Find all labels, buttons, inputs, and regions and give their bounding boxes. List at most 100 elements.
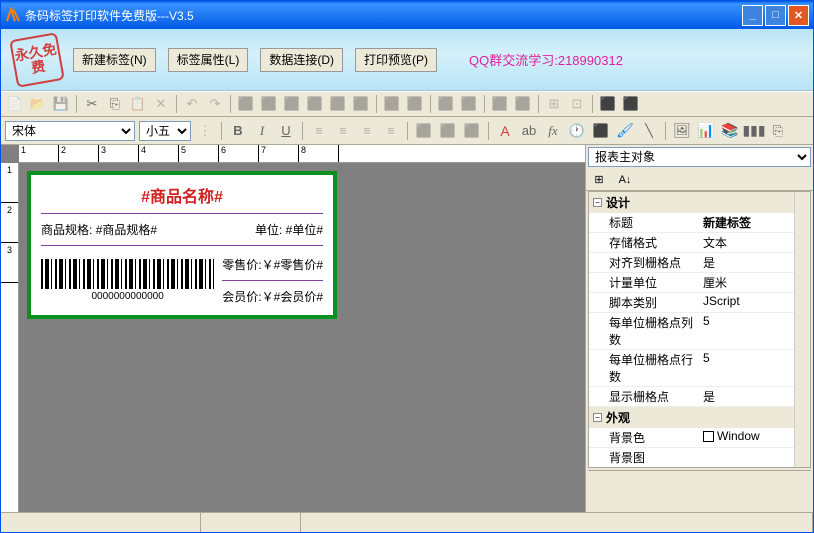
clock-icon[interactable]: 🕐: [567, 121, 587, 141]
undo-icon[interactable]: ↶: [182, 94, 202, 114]
shape-icon[interactable]: 📚: [720, 121, 740, 141]
tool-icon-1[interactable]: ⬛: [598, 94, 618, 114]
status-bar: [1, 512, 813, 532]
free-stamp: 永久免费: [9, 32, 65, 88]
align-bottom-icon[interactable]: ⬛: [351, 94, 371, 114]
unit-value[interactable]: #单位#: [286, 223, 323, 237]
alphabetical-tab-icon[interactable]: A↓: [616, 171, 634, 189]
align-middle-icon[interactable]: ⬛: [328, 94, 348, 114]
bold-icon[interactable]: B: [228, 121, 248, 141]
design-canvas[interactable]: #商品名称# 商品规格: #商品规格# 单位: #单位# 00000000000…: [19, 163, 585, 512]
distribute-h-icon[interactable]: ⬛: [382, 94, 402, 114]
align-left-icon[interactable]: ⬛: [236, 94, 256, 114]
open-icon[interactable]: 📂: [28, 94, 48, 114]
valign-bot-icon[interactable]: ⬛: [462, 121, 482, 141]
barcode[interactable]: 0000000000000: [41, 259, 214, 302]
barcode-icon[interactable]: ▮▮▮: [744, 121, 764, 141]
valign-mid-icon[interactable]: ⬛: [438, 121, 458, 141]
chart-icon[interactable]: 📊: [696, 121, 716, 141]
font-dialog-icon[interactable]: ⋮: [195, 121, 215, 141]
more-icon[interactable]: ⎘: [768, 121, 788, 141]
print-preview-button[interactable]: 打印预览(P): [355, 48, 437, 72]
new-label-button[interactable]: 新建标签(N): [73, 48, 156, 72]
paste-icon[interactable]: 📋: [128, 94, 148, 114]
qq-group-text: QQ群交流学习:218990312: [469, 50, 623, 69]
property-row[interactable]: 标题新建标签: [589, 213, 810, 233]
property-row[interactable]: 每单位栅格点行数5: [589, 350, 810, 387]
categorized-tab-icon[interactable]: ⊞: [590, 171, 608, 189]
scrollbar[interactable]: [794, 192, 810, 467]
copy-icon[interactable]: ⎘: [105, 94, 125, 114]
maximize-button[interactable]: □: [765, 5, 786, 26]
close-button[interactable]: ✕: [788, 5, 809, 26]
bring-front-icon[interactable]: ⬛: [490, 94, 510, 114]
align-center-icon[interactable]: ⬛: [259, 94, 279, 114]
property-row[interactable]: 对齐到栅格点是: [589, 253, 810, 273]
window-title: 条码标签打印软件免费版---V3.5: [25, 7, 742, 24]
object-selector-combo[interactable]: 报表主对象: [588, 147, 811, 167]
property-key: 标题: [589, 213, 699, 232]
text-align-right-icon[interactable]: ≡: [357, 121, 377, 141]
titlebar: 条码标签打印软件免费版---V3.5 _ □ ✕: [1, 1, 813, 29]
toolbar-main: 📄 📂 💾 ✂ ⎘ 📋 ✕ ↶ ↷ ⬛ ⬛ ⬛ ⬛ ⬛ ⬛ ⬛ ⬛ ⬛ ⬛ ⬛ …: [1, 91, 813, 117]
property-key: 每单位栅格点行数: [589, 350, 699, 386]
spec-value[interactable]: #商品规格#: [96, 223, 157, 237]
property-row[interactable]: 背景图: [589, 448, 810, 468]
product-name-field[interactable]: #商品名称#: [41, 181, 323, 209]
label-card[interactable]: #商品名称# 商品规格: #商品规格# 单位: #单位# 00000000000…: [27, 171, 337, 319]
property-row[interactable]: 显示栅格点是: [589, 387, 810, 407]
member-value[interactable]: ￥#会员价#: [262, 288, 323, 305]
snap-icon[interactable]: ⊡: [567, 94, 587, 114]
group-icon[interactable]: ⬛: [436, 94, 456, 114]
member-label: 会员价:: [222, 288, 261, 305]
text-align-justify-icon[interactable]: ≡: [381, 121, 401, 141]
text-align-center-icon[interactable]: ≡: [333, 121, 353, 141]
image-icon[interactable]: 🖼: [672, 121, 692, 141]
line-icon[interactable]: ╲: [639, 121, 659, 141]
save-icon[interactable]: 💾: [51, 94, 71, 114]
new-icon[interactable]: 📄: [5, 94, 25, 114]
text-align-left-icon[interactable]: ≡: [309, 121, 329, 141]
align-right-icon[interactable]: ⬛: [282, 94, 302, 114]
property-row[interactable]: 每单位栅格点列数5: [589, 313, 810, 350]
collapse-toggle-icon[interactable]: −: [593, 198, 602, 207]
property-key: 存储格式: [589, 233, 699, 252]
cut-icon[interactable]: ✂: [82, 94, 102, 114]
retail-label: 零售价:: [222, 256, 261, 273]
property-key: 背景色: [589, 428, 699, 447]
property-row[interactable]: 背景色Window: [589, 428, 810, 448]
ungroup-icon[interactable]: ⬛: [459, 94, 479, 114]
color-swatch: [703, 431, 714, 442]
tool-icon-2[interactable]: ⬛: [621, 94, 641, 114]
text-tool-icon[interactable]: ab: [519, 121, 539, 141]
vertical-ruler: 123: [1, 163, 19, 512]
redo-icon[interactable]: ↷: [205, 94, 225, 114]
collapse-toggle-icon[interactable]: −: [593, 413, 602, 422]
font-size-combo[interactable]: 小五: [139, 121, 191, 141]
italic-icon[interactable]: I: [252, 121, 272, 141]
property-row[interactable]: 计量单位厘米: [589, 273, 810, 293]
unit-label: 单位:: [255, 223, 282, 237]
app-icon: [5, 7, 21, 23]
valign-top-icon[interactable]: ⬛: [414, 121, 434, 141]
label-props-button[interactable]: 标签属性(L): [168, 48, 249, 72]
font-family-combo[interactable]: 宋体: [5, 121, 135, 141]
property-row[interactable]: 存储格式文本: [589, 233, 810, 253]
data-connect-button[interactable]: 数据连接(D): [260, 48, 343, 72]
font-color-icon[interactable]: A: [495, 121, 515, 141]
fill-color-icon[interactable]: 🖌: [615, 121, 635, 141]
formula-icon[interactable]: fx: [543, 121, 563, 141]
spec-label: 商品规格:: [41, 223, 92, 237]
retail-value[interactable]: ￥#零售价#: [262, 256, 323, 273]
align-top-icon[interactable]: ⬛: [305, 94, 325, 114]
field-icon[interactable]: ⬛: [591, 121, 611, 141]
grid-icon[interactable]: ⊞: [544, 94, 564, 114]
minimize-button[interactable]: _: [742, 5, 763, 26]
distribute-v-icon[interactable]: ⬛: [405, 94, 425, 114]
send-back-icon[interactable]: ⬛: [513, 94, 533, 114]
property-key: 背景图: [589, 448, 699, 467]
property-grid[interactable]: −设计标题新建标签存储格式文本对齐到栅格点是计量单位厘米脚本类别JScript每…: [588, 191, 811, 468]
property-row[interactable]: 脚本类别JScript: [589, 293, 810, 313]
delete-icon[interactable]: ✕: [151, 94, 171, 114]
underline-icon[interactable]: U: [276, 121, 296, 141]
